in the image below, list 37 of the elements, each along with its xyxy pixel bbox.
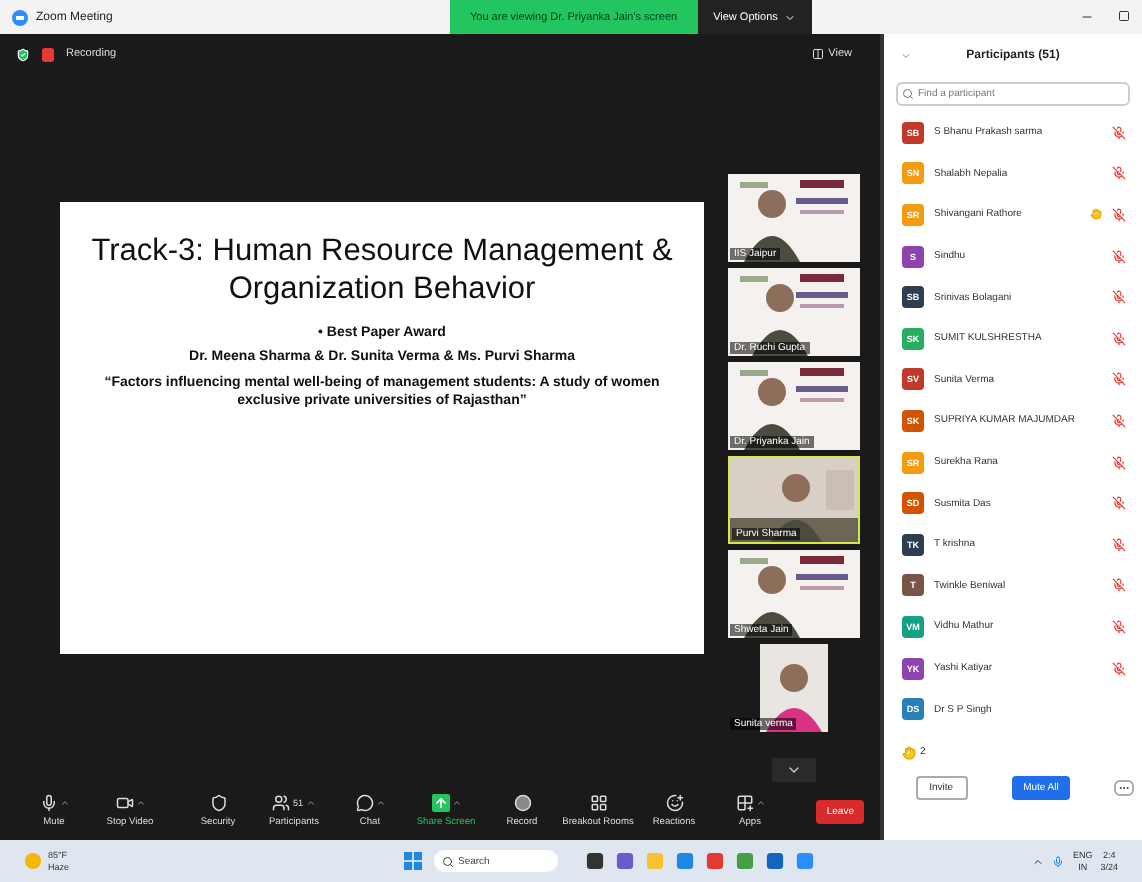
- microphone-icon[interactable]: [1052, 855, 1065, 867]
- recording-icon: [42, 47, 54, 61]
- shield-icon: [209, 794, 227, 812]
- tray-caret-icon[interactable]: [1032, 855, 1045, 867]
- app-icon[interactable]: [766, 852, 784, 870]
- search-icon: [442, 855, 454, 867]
- apps-icon: [735, 794, 753, 812]
- share-screen-icon: [431, 794, 449, 812]
- shield-icon[interactable]: [16, 47, 30, 61]
- people-icon: [272, 794, 291, 812]
- maximize-icon[interactable]: [1118, 10, 1130, 22]
- caret-icon[interactable]: [755, 798, 765, 808]
- caret-icon[interactable]: [305, 798, 315, 808]
- chevron-down-icon: [786, 762, 802, 778]
- microphone-icon: [39, 794, 57, 812]
- scroll-down-button[interactable]: [772, 758, 816, 782]
- caret-icon[interactable]: [375, 798, 385, 808]
- caret-icon[interactable]: [59, 798, 69, 808]
- start-icon[interactable]: [404, 852, 422, 870]
- caret-icon[interactable]: [451, 798, 461, 808]
- slide-title: Track-3: Human Resource Management & Organization Behavior: [89, 234, 675, 309]
- camera-icon: [115, 794, 133, 812]
- chat-icon: [355, 794, 373, 812]
- zoom-app-icon[interactable]: [796, 852, 814, 870]
- grid-icon: [589, 794, 607, 812]
- minimize-icon[interactable]: [1080, 10, 1094, 24]
- record-icon: [513, 794, 531, 812]
- collapse-icon[interactable]: [900, 50, 912, 62]
- caret-icon: [783, 11, 796, 23]
- layout-icon: [812, 48, 825, 60]
- search-icon: [902, 88, 914, 100]
- more-button[interactable]: [1114, 779, 1135, 796]
- raised-hand-icon: [902, 745, 916, 760]
- smiley-icon: [665, 794, 683, 812]
- sun-icon: [24, 852, 42, 870]
- zoom-logo-icon: [12, 9, 28, 25]
- caret-icon[interactable]: [135, 798, 145, 808]
